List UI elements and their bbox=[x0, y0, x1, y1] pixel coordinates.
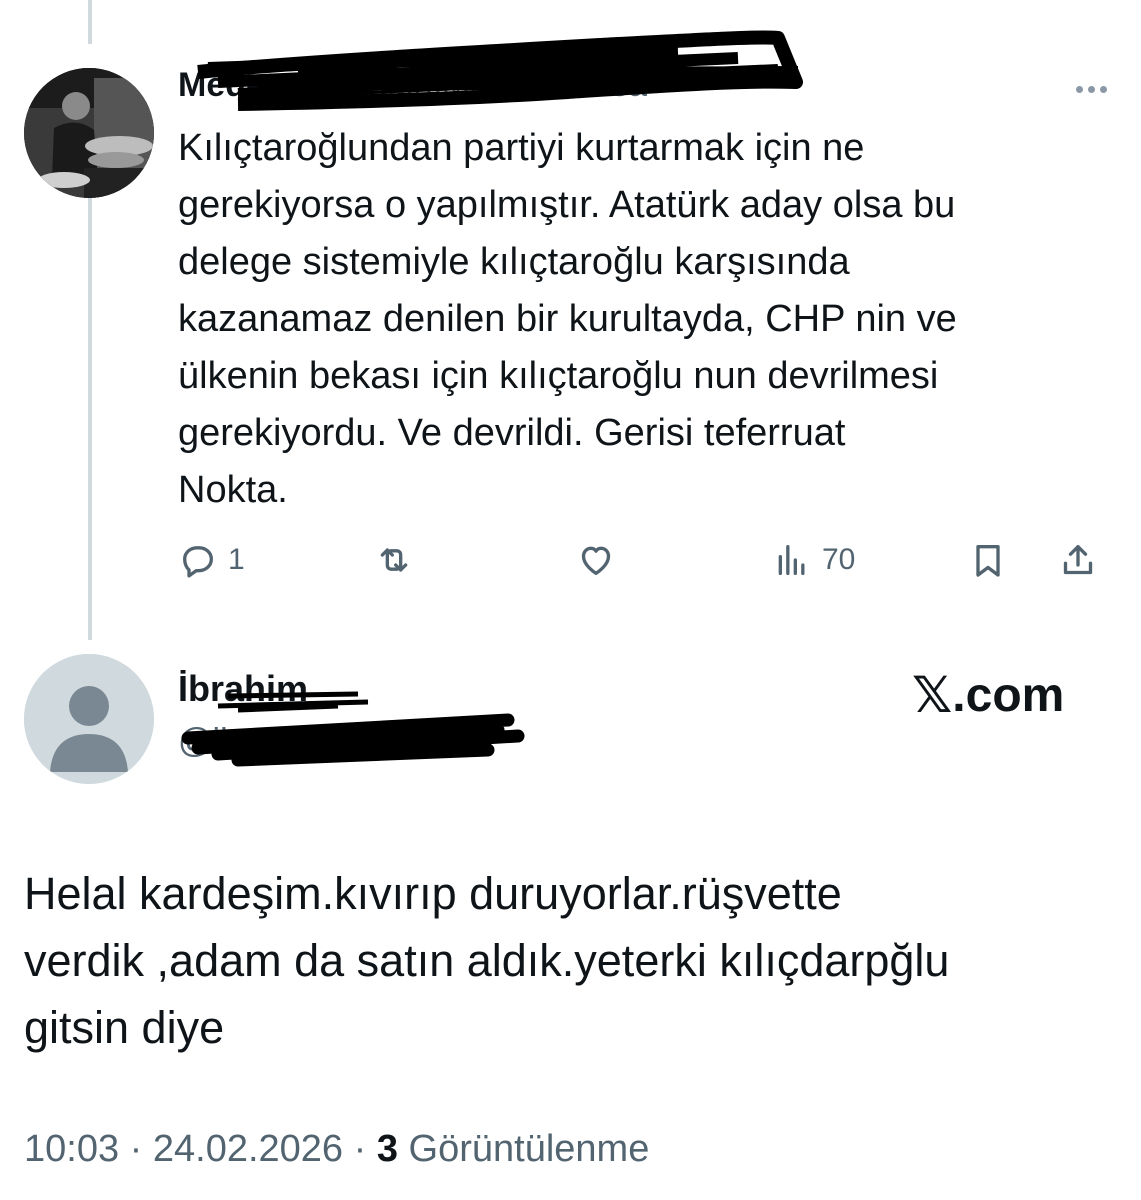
tweet-text: Kılıçtaroğlundan partiyi kurtarmak için … bbox=[178, 127, 957, 511]
author-name[interactable]: Medet bbox=[178, 66, 276, 104]
thread-connector-top bbox=[88, 0, 92, 44]
like-button[interactable] bbox=[576, 532, 626, 588]
share-icon bbox=[1063, 545, 1093, 575]
view-count: 70 bbox=[822, 543, 856, 576]
tweet-metadata: 10:03 · 24.02.2026 · 3 Görüntülenme bbox=[24, 1128, 649, 1171]
author-name[interactable]: İbrahim bbox=[178, 668, 308, 710]
thread-connector bbox=[88, 196, 92, 640]
views-label: Görüntülenme bbox=[408, 1128, 650, 1170]
more-icon[interactable] bbox=[1066, 74, 1116, 104]
bookmark-button[interactable] bbox=[968, 532, 1008, 588]
bar-chart-icon bbox=[778, 545, 805, 575]
avatar-default[interactable] bbox=[24, 654, 154, 784]
heart-icon bbox=[581, 546, 611, 575]
x-com-watermark: 𝕏 .com bbox=[912, 666, 1064, 724]
separator: · bbox=[353, 1128, 367, 1170]
separator: · bbox=[129, 1128, 143, 1170]
x-logo-icon: 𝕏 bbox=[912, 666, 953, 724]
retweet-icon bbox=[380, 548, 408, 572]
tweet-time[interactable]: 10:03 bbox=[24, 1128, 119, 1170]
views-button[interactable]: 70 bbox=[772, 532, 855, 588]
reply-button[interactable]: 1 bbox=[178, 532, 245, 588]
default-profile-icon bbox=[24, 654, 154, 784]
reply-icon bbox=[183, 546, 213, 578]
bookmark-icon bbox=[976, 545, 1000, 577]
author-handle[interactable]: @ hangirtiMedet · 11 sa bbox=[286, 66, 647, 104]
share-button[interactable] bbox=[1058, 532, 1098, 588]
reply-count: 1 bbox=[228, 543, 245, 576]
tweet-date[interactable]: 24.02.2026 bbox=[153, 1128, 343, 1170]
tweet-actions: 1 70 bbox=[178, 532, 1118, 588]
tweet-text: Helal kardeşim.kıvırıp duruyorlar.rüşvet… bbox=[24, 868, 950, 1053]
retweet-button[interactable] bbox=[374, 532, 424, 588]
domain-label: .com bbox=[952, 668, 1065, 722]
tweet-author[interactable]: Medet @ hangirtiMedet · 11 sa bbox=[178, 66, 818, 110]
views-count: 3 bbox=[376, 1128, 398, 1170]
author-handle[interactable]: @ibrahim...76 bbox=[178, 722, 390, 761]
avatar-photo bbox=[24, 68, 154, 198]
avatar[interactable] bbox=[24, 68, 154, 198]
